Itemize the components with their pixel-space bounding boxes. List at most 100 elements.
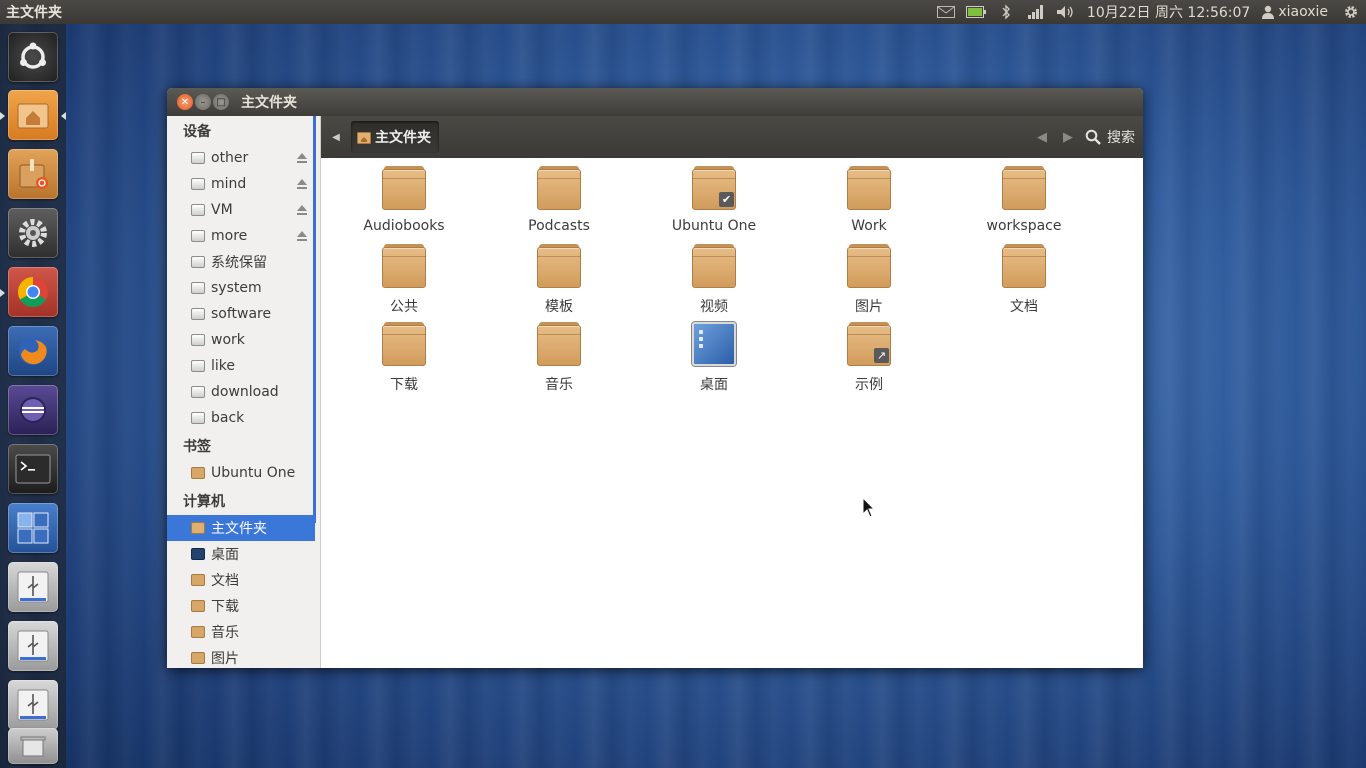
sidebar-place-item[interactable]: 主文件夹: [167, 515, 315, 541]
sidebar-device-item[interactable]: like: [167, 353, 315, 379]
folder-item[interactable]: Podcasts: [494, 166, 624, 238]
folder-icon: [847, 244, 891, 288]
folder-item[interactable]: 视频: [649, 244, 779, 316]
desktop-folder-item[interactable]: 桌面: [649, 322, 779, 394]
sidebar-item-label: download: [211, 384, 279, 400]
drive-icon: [191, 360, 205, 372]
file-label: Work: [851, 218, 887, 234]
sidebar-device-item[interactable]: 系统保留: [167, 249, 315, 275]
back-button[interactable]: ◀: [1029, 130, 1055, 145]
bookmarks-header: 书签: [183, 438, 211, 455]
folder-item[interactable]: 公共: [339, 244, 469, 316]
folder-item[interactable]: 模板: [494, 244, 624, 316]
folder-icon: [1002, 166, 1046, 210]
eject-icon[interactable]: [297, 231, 307, 241]
terminal-launcher[interactable]: [8, 444, 58, 494]
chrome-launcher[interactable]: [8, 267, 58, 317]
folder-icon: ✔: [692, 166, 736, 210]
sidebar-device-item[interactable]: download: [167, 379, 315, 405]
folder-item[interactable]: 文档: [959, 244, 1089, 316]
sidebar-place-item[interactable]: 文档: [167, 567, 315, 593]
folder-item[interactable]: ↗ 示例: [804, 322, 934, 394]
folder-item[interactable]: Audiobooks: [339, 166, 469, 238]
trash-launcher[interactable]: [8, 728, 58, 764]
clock[interactable]: 10月22日 周六 12:56:07: [1081, 2, 1256, 22]
mail-icon[interactable]: [931, 0, 961, 24]
gear-icon[interactable]: [1336, 0, 1366, 24]
sidebar-item-label: 主文件夹: [211, 521, 267, 537]
firefox-launcher[interactable]: [8, 326, 58, 376]
chrome-icon: [17, 277, 48, 308]
network-signal-icon[interactable]: [1021, 0, 1051, 24]
folder-item[interactable]: 下载: [339, 322, 469, 394]
sidebar-device-item[interactable]: mind: [167, 171, 315, 197]
search-button[interactable]: 搜索: [1085, 127, 1135, 147]
active-app-title: 主文件夹: [6, 5, 62, 21]
folder-item[interactable]: 图片: [804, 244, 934, 316]
usb-drive-3-launcher[interactable]: [8, 680, 58, 730]
folder-icon: [537, 166, 581, 210]
usb-drive-1-launcher[interactable]: [8, 562, 58, 612]
sidebar-place-item[interactable]: 图片: [167, 645, 315, 668]
file-label: 模板: [545, 299, 573, 315]
sidebar-item-label: mind: [211, 176, 247, 192]
sidebar-place-item[interactable]: 音乐: [167, 619, 315, 645]
folder-item[interactable]: 音乐: [494, 322, 624, 394]
volume-icon[interactable]: [1051, 0, 1081, 24]
minimize-button[interactable]: –: [195, 94, 211, 110]
file-label: workspace: [986, 218, 1062, 234]
maximize-button[interactable]: □: [213, 94, 229, 110]
bluetooth-icon[interactable]: [991, 0, 1021, 24]
eject-icon[interactable]: [297, 153, 307, 163]
sidebar-device-item[interactable]: software: [167, 301, 315, 327]
location-toolbar: ◀ 主文件夹 ◀ ▶ 搜索: [321, 116, 1143, 158]
sidebar-bookmark-item[interactable]: Ubuntu One: [167, 460, 315, 486]
folder-item[interactable]: workspace: [959, 166, 1089, 238]
software-center-launcher[interactable]: [8, 149, 58, 199]
usb-drive-2-launcher[interactable]: [8, 621, 58, 671]
symlink-emblem-icon: ↗: [874, 348, 889, 363]
close-icon: ✕: [180, 96, 190, 108]
file-label: Podcasts: [528, 218, 590, 234]
breadcrumb-scroll-left-button[interactable]: ◀: [321, 132, 351, 143]
eclipse-launcher[interactable]: [8, 385, 58, 435]
folder-icon: [191, 467, 205, 479]
file-view[interactable]: Audiobooks Podcasts ✔ Ubuntu One Work workspa…: [321, 158, 1143, 668]
battery-icon[interactable]: [961, 0, 991, 24]
eclipse-icon: [20, 397, 46, 423]
forward-button[interactable]: ▶: [1055, 130, 1081, 145]
top-panel: 主文件夹 10月22日 周六 12:56:07 xiaoxie: [0, 0, 1366, 24]
folder-item[interactable]: ✔ Ubuntu One: [649, 166, 779, 238]
devices-header: 设备: [183, 123, 211, 140]
home-folder-launcher[interactable]: [8, 90, 58, 140]
user-menu[interactable]: xiaoxie: [1256, 4, 1336, 20]
sidebar-device-item[interactable]: VM: [167, 197, 315, 223]
breadcrumb-home-button[interactable]: 主文件夹: [351, 121, 439, 153]
system-settings-launcher[interactable]: [8, 208, 58, 258]
sidebar-device-item[interactable]: more: [167, 223, 315, 249]
sidebar-device-item[interactable]: back: [167, 405, 315, 431]
window-titlebar[interactable]: ✕ – □ 主文件夹: [167, 88, 1143, 116]
eject-icon[interactable]: [297, 179, 307, 189]
sidebar-item-label: 文档: [211, 573, 239, 589]
folder-icon: [191, 574, 205, 586]
sidebar-device-item[interactable]: other: [167, 145, 315, 171]
sidebar-place-item[interactable]: 下载: [167, 593, 315, 619]
close-button[interactable]: ✕: [177, 94, 193, 110]
mouse-cursor-icon: [862, 497, 876, 518]
sidebar-place-item[interactable]: 桌面: [167, 541, 315, 567]
file-label: 音乐: [545, 377, 573, 393]
sidebar-item-label: system: [211, 280, 262, 296]
arrow-left-icon: ◀: [1037, 129, 1047, 145]
sidebar-item-label: back: [211, 410, 245, 426]
sidebar-device-item[interactable]: system: [167, 275, 315, 301]
sidebar-device-item[interactable]: work: [167, 327, 315, 353]
file-label: Ubuntu One: [671, 218, 757, 234]
folder-item[interactable]: Work: [804, 166, 934, 238]
file-label: 桌面: [700, 377, 728, 393]
drive-icon: [191, 386, 205, 398]
workspace-switcher-launcher[interactable]: [8, 503, 58, 553]
eject-icon[interactable]: [297, 205, 307, 215]
dash-home-button[interactable]: [8, 32, 58, 82]
usb-drive-icon: [17, 689, 49, 721]
